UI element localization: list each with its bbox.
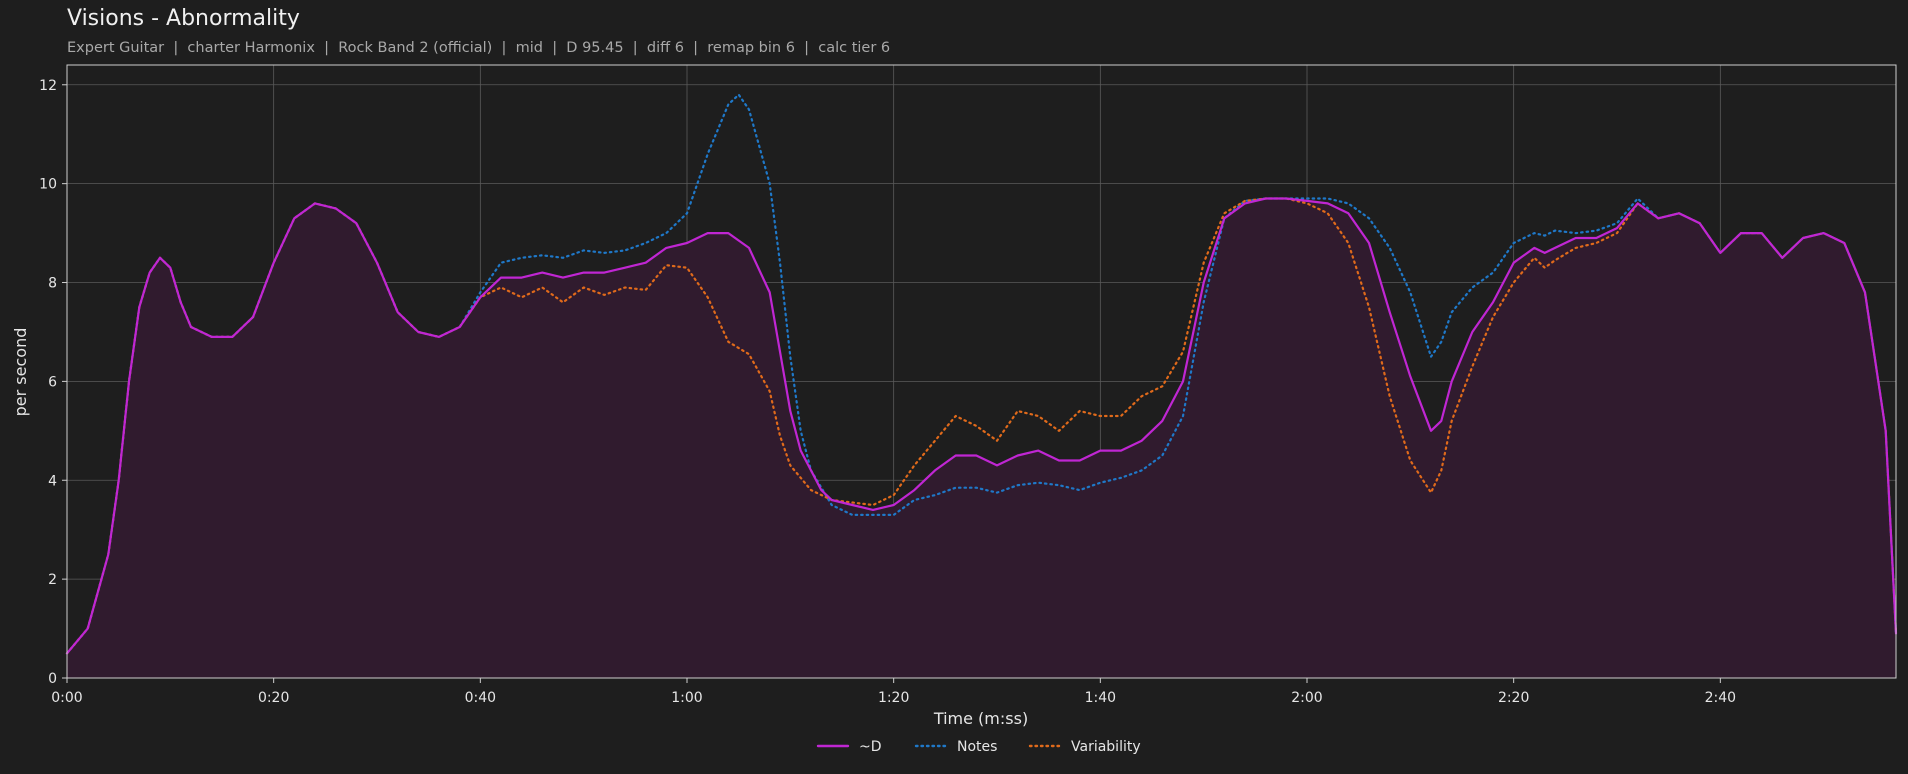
x-tick-label: 1:40 <box>1085 690 1116 706</box>
y-tick-label: 10 <box>39 177 57 193</box>
legend: ~D Notes Variability <box>816 739 1141 755</box>
legend-label: Variability <box>1071 739 1141 755</box>
y-tick-label: 12 <box>39 78 57 94</box>
fill-layer <box>67 198 1896 678</box>
chart-root: Visions - Abnormality Expert Guitar | ch… <box>0 0 1908 774</box>
x-tick-label: 2:20 <box>1498 690 1529 706</box>
chart-svg: 0:00 0:20 0:40 1:00 1:20 1:40 2:00 2:20 2:40 0 2 4 6… <box>11 64 1898 755</box>
x-tick-label: 2:00 <box>1291 690 1322 706</box>
x-tick-label: 0:20 <box>258 690 289 706</box>
legend-label: ~D <box>859 739 882 755</box>
legend-label: Notes <box>957 739 997 755</box>
x-axis-label: Time (m:ss) <box>933 709 1028 728</box>
x-tick-label: 2:40 <box>1705 690 1736 706</box>
y-tick-label: 6 <box>48 374 57 390</box>
x-tick-label: 0:00 <box>51 690 82 706</box>
d-series-fill <box>67 198 1896 678</box>
y-tick-label: 0 <box>48 671 57 687</box>
x-tick-label: 1:00 <box>671 690 702 706</box>
y-tick-label: 2 <box>48 572 57 588</box>
y-axis-label: per second <box>11 328 30 417</box>
x-tick-label: 1:20 <box>878 690 909 706</box>
y-tick-label: 4 <box>48 473 57 489</box>
x-tick-label: 0:40 <box>465 690 496 706</box>
y-tick-label: 8 <box>48 276 57 292</box>
